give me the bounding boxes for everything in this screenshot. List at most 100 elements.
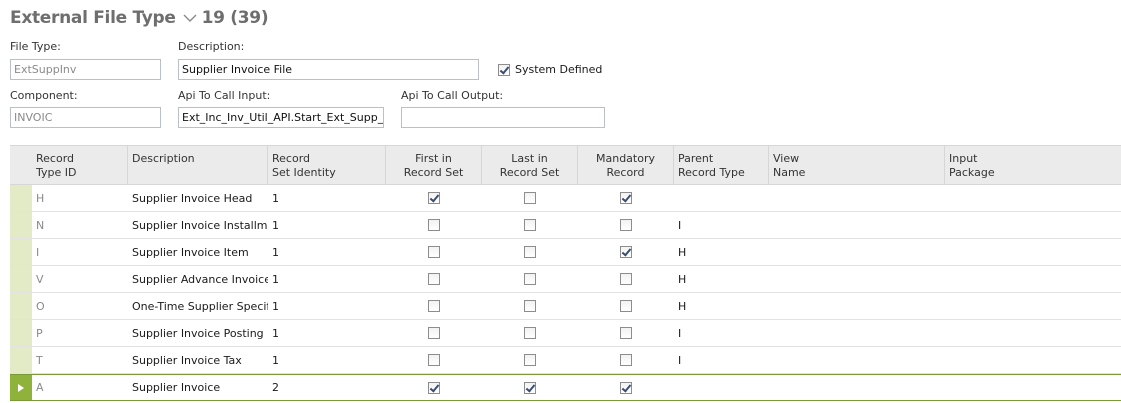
mandatory-record-checkbox[interactable] — [620, 381, 632, 394]
first-in-record-set-checkbox[interactable] — [428, 273, 440, 285]
table-row[interactable]: P Supplier Invoice Posting 1 I — [10, 320, 1121, 347]
cell-record-type-id[interactable]: P — [32, 320, 128, 346]
mandatory-record-checkbox[interactable] — [620, 273, 632, 285]
cell-view-name[interactable] — [769, 212, 945, 238]
chevron-down-icon[interactable] — [182, 10, 198, 26]
cell-description[interactable]: Supplier Invoice Posting — [128, 320, 268, 346]
cell-input-package[interactable] — [945, 212, 1121, 238]
cell-record-set-identity[interactable]: 1 — [268, 320, 386, 346]
cell-parent-record-type[interactable]: I — [674, 212, 769, 238]
cell-view-name[interactable] — [769, 185, 945, 211]
last-in-record-set-checkbox[interactable] — [524, 246, 536, 258]
last-in-record-set-checkbox[interactable] — [524, 219, 536, 231]
first-in-record-set-checkbox[interactable] — [428, 219, 440, 231]
column-header-last-in-record-set[interactable]: Last in Record Set — [482, 146, 578, 184]
cell-parent-record-type[interactable]: H — [674, 239, 769, 265]
last-in-record-set-checkbox[interactable] — [524, 327, 536, 339]
column-header-first-in-record-set[interactable]: First in Record Set — [386, 146, 482, 184]
mandatory-record-checkbox[interactable] — [620, 327, 632, 339]
cell-input-package[interactable] — [945, 239, 1121, 265]
cell-parent-record-type[interactable]: I — [674, 347, 769, 373]
table-row[interactable]: V Supplier Advance Invoice 1 H — [10, 266, 1121, 293]
first-in-record-set-checkbox[interactable] — [428, 354, 440, 366]
cell-description[interactable]: Supplier Invoice — [128, 375, 268, 400]
cell-parent-record-type[interactable]: H — [674, 293, 769, 319]
cell-description[interactable]: Supplier Invoice Item — [128, 239, 268, 265]
cell-input-package[interactable] — [945, 375, 1121, 400]
cell-record-type-id[interactable]: V — [32, 266, 128, 292]
table-row[interactable]: I Supplier Invoice Item 1 H — [10, 239, 1121, 266]
cell-record-type-id[interactable]: T — [32, 347, 128, 373]
cell-description[interactable]: Supplier Invoice Head — [128, 185, 268, 211]
last-in-record-set-checkbox[interactable] — [524, 381, 536, 394]
component-field[interactable]: INVOIC — [10, 107, 161, 128]
last-in-record-set-checkbox[interactable] — [524, 354, 536, 366]
first-in-record-set-checkbox[interactable] — [428, 381, 440, 394]
first-in-record-set-checkbox[interactable] — [428, 192, 440, 204]
row-selector[interactable] — [10, 266, 32, 292]
cell-parent-record-type[interactable]: H — [674, 266, 769, 292]
cell-description[interactable]: Supplier Advance Invoice — [128, 266, 268, 292]
row-selector[interactable] — [10, 347, 32, 373]
cell-input-package[interactable] — [945, 185, 1121, 211]
system-defined-option[interactable]: System Defined — [498, 63, 602, 76]
cell-description[interactable]: Supplier Invoice Tax — [128, 347, 268, 373]
cell-record-set-identity[interactable]: 2 — [268, 375, 386, 400]
cell-view-name[interactable] — [769, 320, 945, 346]
mandatory-record-checkbox[interactable] — [620, 300, 632, 312]
cell-record-type-id[interactable]: N — [32, 212, 128, 238]
first-in-record-set-checkbox[interactable] — [428, 300, 440, 312]
column-header-view-name[interactable]: View Name — [769, 146, 945, 184]
cell-parent-record-type[interactable] — [674, 375, 769, 400]
row-selector[interactable] — [10, 320, 32, 346]
cell-view-name[interactable] — [769, 347, 945, 373]
cell-input-package[interactable] — [945, 347, 1121, 373]
column-header-parent-record-type[interactable]: Parent Record Type — [674, 146, 769, 184]
last-in-record-set-checkbox[interactable] — [524, 300, 536, 312]
cell-record-type-id[interactable]: A — [32, 375, 128, 400]
api-input-field[interactable]: Ext_Inc_Inv_Util_API.Start_Ext_Supp_In — [178, 107, 384, 128]
table-row[interactable]: A Supplier Invoice 2 — [10, 374, 1121, 401]
row-selector[interactable] — [10, 293, 32, 319]
cell-input-package[interactable] — [945, 293, 1121, 319]
mandatory-record-checkbox[interactable] — [620, 219, 632, 231]
cell-record-type-id[interactable]: O — [32, 293, 128, 319]
cell-record-set-identity[interactable]: 1 — [268, 266, 386, 292]
row-selector[interactable] — [10, 185, 32, 211]
cell-record-set-identity[interactable]: 1 — [268, 239, 386, 265]
table-row[interactable]: H Supplier Invoice Head 1 — [10, 185, 1121, 212]
cell-record-set-identity[interactable]: 1 — [268, 293, 386, 319]
column-header-input-package[interactable]: Input Package — [945, 146, 1121, 184]
cell-view-name[interactable] — [769, 266, 945, 292]
last-in-record-set-checkbox[interactable] — [524, 273, 536, 285]
row-selector[interactable] — [10, 239, 32, 265]
table-row[interactable]: OOne-Time Supplier Specifi...1 H — [10, 293, 1121, 320]
cell-description[interactable]: Supplier Invoice Installment — [128, 212, 268, 238]
cell-record-set-identity[interactable]: 1 — [268, 212, 386, 238]
cell-record-type-id[interactable]: H — [32, 185, 128, 211]
cell-input-package[interactable] — [945, 266, 1121, 292]
mandatory-record-checkbox[interactable] — [620, 192, 632, 204]
cell-view-name[interactable] — [769, 293, 945, 319]
mandatory-record-checkbox[interactable] — [620, 246, 632, 258]
row-selector[interactable] — [10, 212, 32, 238]
table-row[interactable]: NSupplier Invoice Installment1 I — [10, 212, 1121, 239]
column-header-description[interactable]: Description — [128, 146, 268, 184]
column-header-record-set-identity[interactable]: Record Set Identity — [268, 146, 386, 184]
cell-record-type-id[interactable]: I — [32, 239, 128, 265]
api-output-field[interactable] — [401, 107, 605, 128]
description-field[interactable]: Supplier Invoice File — [178, 59, 479, 80]
cell-view-name[interactable] — [769, 375, 945, 400]
first-in-record-set-checkbox[interactable] — [428, 246, 440, 258]
system-defined-checkbox[interactable] — [498, 63, 510, 76]
column-header-record-type-id[interactable]: Record Type ID — [32, 146, 128, 184]
cell-input-package[interactable] — [945, 320, 1121, 346]
last-in-record-set-checkbox[interactable] — [524, 192, 536, 204]
cell-record-set-identity[interactable]: 1 — [268, 185, 386, 211]
first-in-record-set-checkbox[interactable] — [428, 327, 440, 339]
cell-parent-record-type[interactable] — [674, 185, 769, 211]
table-row[interactable]: T Supplier Invoice Tax 1 I — [10, 347, 1121, 374]
row-selector[interactable] — [10, 375, 32, 400]
cell-view-name[interactable] — [769, 239, 945, 265]
mandatory-record-checkbox[interactable] — [620, 354, 632, 366]
